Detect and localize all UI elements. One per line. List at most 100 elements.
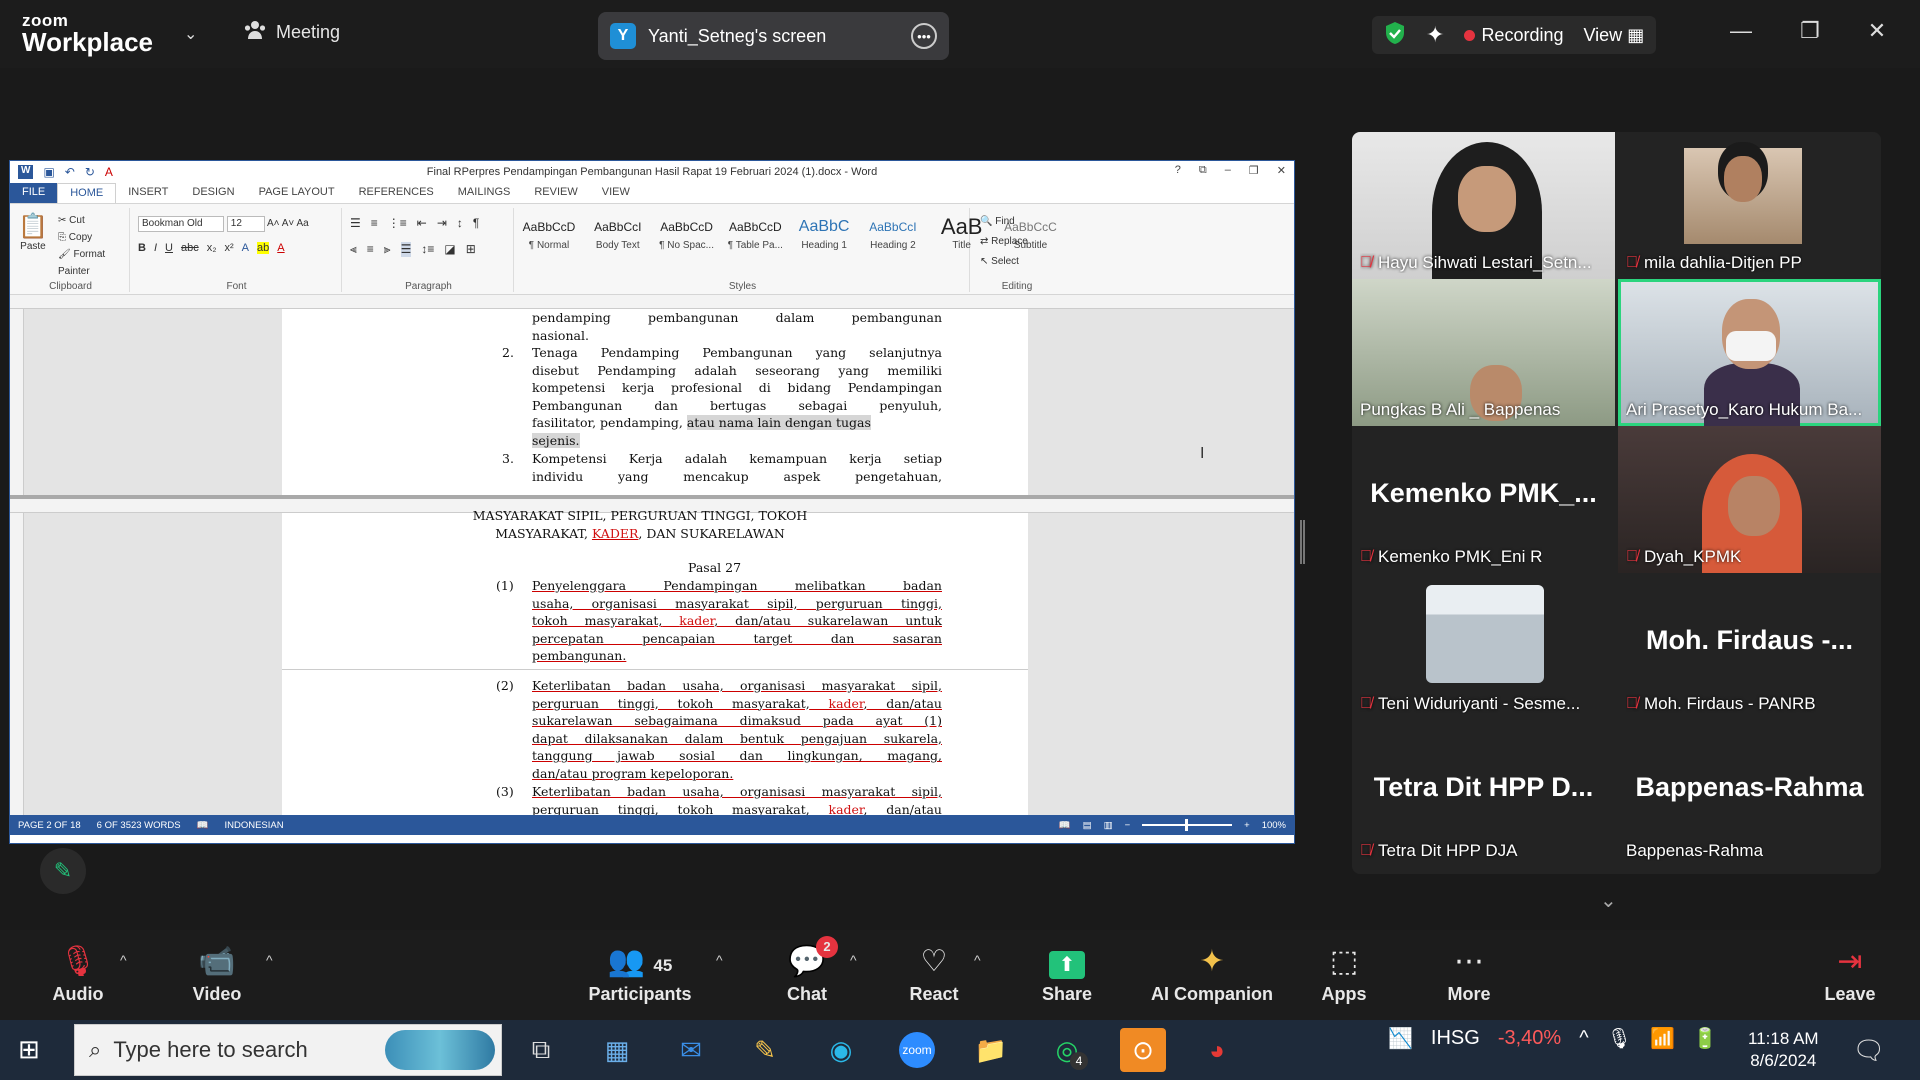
- tab-mailings[interactable]: MAILINGS: [446, 183, 523, 203]
- mail-app-icon[interactable]: ✉: [668, 1028, 714, 1072]
- encryption-shield-icon[interactable]: [1384, 21, 1406, 50]
- save-icon[interactable]: ▣: [43, 165, 54, 179]
- task-view-icon[interactable]: ⧉: [518, 1028, 564, 1072]
- zoom-out-icon[interactable]: −: [1125, 820, 1131, 831]
- chevron-down-icon[interactable]: ⌄: [184, 24, 197, 44]
- tab-references[interactable]: REFERENCES: [347, 183, 446, 203]
- sort-icon[interactable]: ↕: [457, 216, 463, 230]
- style-no-spacing[interactable]: AaBbCcD ¶ No Spac...: [654, 214, 720, 251]
- close-icon[interactable]: ✕: [1868, 18, 1886, 44]
- select-button[interactable]: ↖ Select: [980, 252, 1028, 272]
- participant-tile[interactable]: Pungkas B Ali _ Bappenas: [1352, 279, 1615, 426]
- highlight-icon[interactable]: ab: [257, 242, 270, 254]
- participant-tile[interactable]: Kemenko PMK_... 🎙̸ Kemenko PMK_Eni R: [1352, 426, 1615, 573]
- justify-icon[interactable]: ☰: [400, 242, 412, 257]
- participants-options-caret-icon[interactable]: ^: [716, 952, 723, 968]
- redo-icon[interactable]: ↻: [85, 165, 95, 179]
- copy-button[interactable]: ⎘ Copy: [58, 229, 129, 246]
- screen-share-indicator[interactable]: Y Yanti_Setneg's screen •••: [598, 12, 949, 60]
- replace-button[interactable]: ⇄ Replace: [980, 232, 1028, 252]
- stock-chart-icon[interactable]: 📉: [1388, 1026, 1413, 1051]
- zoom-in-icon[interactable]: +: [1244, 820, 1250, 831]
- audio-button[interactable]: 🎙 Audio: [50, 940, 106, 1005]
- document-page-top[interactable]: pendamping pembangunan dalam pembangunan…: [282, 309, 1028, 495]
- participant-tile[interactable]: 🎙̸ mila dahlia-Ditjen PP: [1618, 132, 1881, 279]
- tab-design[interactable]: DESIGN: [180, 183, 246, 203]
- zoom-screen-share-app-icon[interactable]: ⊙: [1120, 1028, 1166, 1072]
- annotate-pen-icon[interactable]: ✎: [40, 848, 86, 894]
- tab-review[interactable]: REVIEW: [522, 183, 589, 203]
- more-button[interactable]: ⋯ More: [1440, 940, 1498, 1005]
- align-center-icon[interactable]: ≡: [367, 242, 374, 257]
- grow-font-icon[interactable]: A˄: [267, 218, 280, 229]
- style-normal[interactable]: AaBbCcD ¶ Normal: [516, 214, 582, 251]
- share-resize-handle[interactable]: [1300, 520, 1305, 564]
- find-button[interactable]: 🔍 Find: [980, 212, 1028, 232]
- shrink-font-icon[interactable]: A˅: [282, 218, 295, 229]
- ai-sparkle-icon[interactable]: ✦: [1426, 22, 1444, 48]
- style-table-paragraph[interactable]: AaBbCcD ¶ Table Pa...: [722, 214, 788, 251]
- sticky-app-icon[interactable]: ✎: [742, 1028, 788, 1072]
- style-heading-1[interactable]: AaBbC Heading 1: [791, 214, 857, 251]
- view-button[interactable]: View ▦: [1583, 25, 1644, 46]
- shared-word-window[interactable]: W ▣ ↶ ↻ A Final RPerpres Pendampingan Pe…: [9, 160, 1295, 844]
- microphone-icon[interactable]: 🎙: [1607, 1026, 1632, 1051]
- edge-browser-icon[interactable]: ◉: [818, 1028, 864, 1072]
- stock-change[interactable]: -3,40%: [1498, 1027, 1561, 1050]
- participant-tile[interactable]: 🎙̸ Teni Widuriyanti - Sesme...: [1352, 573, 1615, 720]
- paste-button[interactable]: 📋 Paste: [18, 212, 48, 252]
- print-layout-icon[interactable]: ▤: [1083, 820, 1092, 831]
- zoom-workplace-logo[interactable]: zoom Workplace: [22, 12, 153, 55]
- tab-home[interactable]: HOME: [57, 183, 117, 203]
- word-minimize-icon[interactable]: –: [1225, 164, 1231, 177]
- zoom-slider[interactable]: [1142, 819, 1233, 831]
- more-options-icon[interactable]: •••: [911, 23, 937, 49]
- share-button[interactable]: ⬆ Share: [1038, 940, 1096, 1005]
- whatsapp-app-icon[interactable]: ◎ 4: [1044, 1028, 1090, 1072]
- zoom-level[interactable]: 100%: [1262, 820, 1286, 831]
- web-layout-icon[interactable]: ▥: [1104, 820, 1113, 831]
- align-right-icon[interactable]: ⫸: [384, 242, 391, 257]
- strikethrough-icon[interactable]: abc: [181, 242, 199, 254]
- restore-icon[interactable]: ❐: [1800, 18, 1820, 44]
- line-spacing-icon[interactable]: ↕≡: [421, 242, 434, 257]
- participants-button[interactable]: 👥 45 Participants: [588, 940, 692, 1005]
- widgets-app-icon[interactable]: ▦: [594, 1028, 640, 1072]
- video-options-caret-icon[interactable]: ^: [266, 952, 273, 968]
- participant-tile[interactable]: 🎙̸ Hayu Sihwati Lestari_Setn...: [1352, 132, 1615, 279]
- battery-icon[interactable]: 🔋: [1693, 1026, 1718, 1051]
- taskbar-search-box[interactable]: ⌕ Type here to search: [74, 1024, 502, 1076]
- word-count[interactable]: 6 OF 3523 WORDS: [97, 820, 181, 831]
- meeting-button[interactable]: Meeting: [244, 20, 340, 45]
- font-color-icon[interactable]: A: [105, 165, 113, 179]
- participant-tile[interactable]: Tetra Dit HPP D... 🎙̸ Tetra Dit HPP DJA: [1352, 720, 1615, 867]
- chat-options-caret-icon[interactable]: ^: [850, 952, 857, 968]
- superscript-icon[interactable]: x²: [225, 242, 234, 254]
- align-left-icon[interactable]: ⫷: [350, 242, 357, 257]
- participant-tile-active-speaker[interactable]: Ari Prasetyo_Karo Hukum Ba...: [1618, 279, 1881, 426]
- word-restore-icon[interactable]: ❐: [1249, 164, 1259, 177]
- subscript-icon[interactable]: x₂: [207, 242, 217, 254]
- proofing-icon[interactable]: 📖: [197, 820, 209, 831]
- underline-icon[interactable]: U: [165, 242, 173, 254]
- participant-tile[interactable]: Moh. Firdaus -... 🎙̸ Moh. Firdaus - PANRB: [1618, 573, 1881, 720]
- multilevel-list-icon[interactable]: ⋮≡: [388, 216, 407, 230]
- tab-page-layout[interactable]: PAGE LAYOUT: [247, 183, 347, 203]
- apps-button[interactable]: ⬚ Apps: [1318, 940, 1370, 1005]
- video-button[interactable]: 📹 Video: [186, 940, 248, 1005]
- stock-symbol[interactable]: IHSG: [1431, 1027, 1480, 1050]
- language-indicator[interactable]: INDONESIAN: [224, 820, 283, 831]
- leave-button[interactable]: ⇥ Leave: [1822, 940, 1878, 1005]
- change-case-icon[interactable]: Aa: [297, 218, 309, 229]
- font-color-button-icon[interactable]: A: [277, 242, 284, 254]
- zoom-app-icon[interactable]: zoom: [894, 1028, 940, 1072]
- participant-tile[interactable]: 🎙̸ Dyah_KPMK: [1618, 426, 1881, 573]
- chrome-browser-icon[interactable]: ◕: [1194, 1028, 1240, 1072]
- ribbon-display-icon[interactable]: ⧉: [1199, 164, 1207, 177]
- text-effects-icon[interactable]: A: [242, 242, 249, 254]
- audio-options-caret-icon[interactable]: ^: [120, 952, 127, 968]
- react-button[interactable]: ♡ React: [906, 940, 962, 1005]
- style-heading-2[interactable]: AaBbCcI Heading 2: [860, 214, 926, 251]
- minimize-icon[interactable]: —: [1730, 18, 1752, 44]
- show-marks-icon[interactable]: ¶: [473, 216, 479, 230]
